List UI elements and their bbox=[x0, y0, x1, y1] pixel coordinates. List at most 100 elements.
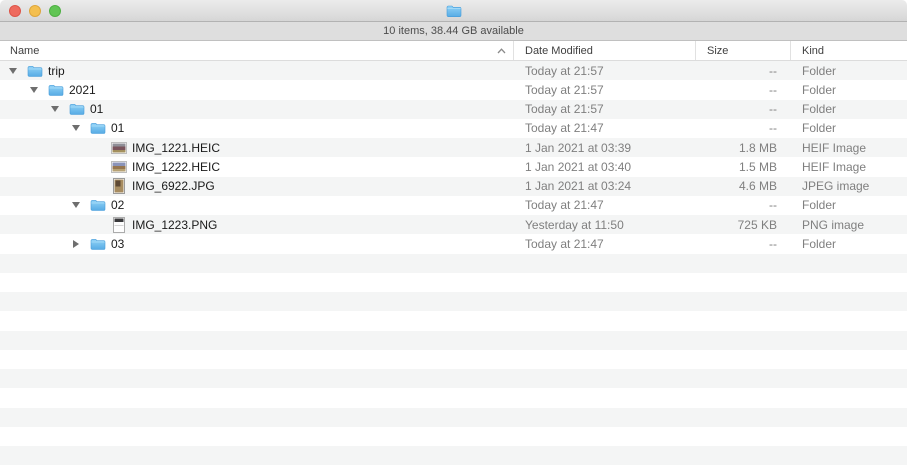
table-row[interactable]: trip Today at 21:57--Folder bbox=[0, 61, 907, 80]
empty-row bbox=[0, 350, 907, 369]
kind-cell: Folder bbox=[790, 198, 907, 212]
file-name-cell[interactable]: 02 bbox=[0, 197, 513, 213]
minimize-button[interactable] bbox=[29, 5, 41, 17]
table-row[interactable]: 02 Today at 21:47--Folder bbox=[0, 196, 907, 215]
table-row[interactable]: IMG_1222.HEIC1 Jan 2021 at 03:401.5 MBHE… bbox=[0, 157, 907, 176]
folder-icon bbox=[27, 63, 43, 79]
column-header-date-modified[interactable]: Date Modified bbox=[513, 41, 695, 60]
column-header-kind[interactable]: Kind bbox=[790, 41, 907, 60]
status-bar: 10 items, 38.44 GB available bbox=[0, 22, 907, 41]
disclosure-triangle-icon[interactable] bbox=[71, 240, 90, 248]
size-cell: -- bbox=[695, 237, 790, 251]
size-cell: -- bbox=[695, 102, 790, 116]
table-row[interactable]: IMG_1223.PNGYesterday at 11:50725 KBPNG … bbox=[0, 215, 907, 234]
file-name-cell[interactable]: 01 bbox=[0, 101, 513, 117]
file-name-cell[interactable]: IMG_6922.JPG bbox=[0, 178, 513, 194]
folder-icon bbox=[90, 120, 106, 136]
date-modified-cell: Today at 21:47 bbox=[513, 121, 695, 135]
disclosure-triangle-icon[interactable] bbox=[50, 106, 69, 112]
table-row[interactable]: 01 Today at 21:47--Folder bbox=[0, 119, 907, 138]
file-name-cell[interactable]: IMG_1223.PNG bbox=[0, 217, 513, 233]
column-header-label: Date Modified bbox=[525, 45, 593, 57]
disclosure-triangle-icon[interactable] bbox=[29, 87, 48, 93]
size-cell: -- bbox=[695, 83, 790, 97]
empty-row bbox=[0, 465, 907, 470]
table-row[interactable]: 03Today at 21:47--Folder bbox=[0, 234, 907, 253]
date-modified-cell: Today at 21:57 bbox=[513, 83, 695, 97]
finder-window: 10 items, 38.44 GB available Name Date M… bbox=[0, 0, 907, 470]
file-name-cell[interactable]: IMG_1222.HEIC bbox=[0, 159, 513, 175]
table-row[interactable]: 2021Today at 21:57--Folder bbox=[0, 80, 907, 99]
kind-cell: Folder bbox=[790, 64, 907, 78]
size-cell: 1.8 MB bbox=[695, 141, 790, 155]
triangle-expanded-icon bbox=[30, 87, 38, 93]
triangle-expanded-icon bbox=[9, 68, 17, 74]
empty-row bbox=[0, 331, 907, 350]
column-header-name[interactable]: Name bbox=[0, 41, 513, 60]
file-name-cell[interactable]: 03 bbox=[0, 236, 513, 252]
folder-icon bbox=[90, 197, 106, 213]
folder-proxy-icon[interactable] bbox=[446, 3, 462, 19]
empty-row bbox=[0, 446, 907, 465]
triangle-collapsed-icon bbox=[73, 240, 79, 248]
folder-icon bbox=[90, 236, 106, 252]
status-text: 10 items, 38.44 GB available bbox=[383, 25, 524, 37]
size-cell: -- bbox=[695, 198, 790, 212]
triangle-expanded-icon bbox=[72, 202, 80, 208]
column-header-size[interactable]: Size bbox=[695, 41, 790, 60]
date-modified-cell: Today at 21:47 bbox=[513, 198, 695, 212]
date-modified-cell: 1 Jan 2021 at 03:40 bbox=[513, 160, 695, 174]
empty-row bbox=[0, 292, 907, 311]
file-name-label: 02 bbox=[111, 198, 124, 212]
file-list: tripToday at 21:57--Folder2021Today at 2… bbox=[0, 61, 907, 470]
column-header-label: Size bbox=[707, 45, 728, 57]
triangle-expanded-icon bbox=[72, 125, 80, 131]
disclosure-triangle-icon[interactable] bbox=[8, 68, 27, 74]
photo-thumbnail-icon-1 bbox=[111, 140, 127, 156]
file-name-label: 01 bbox=[90, 102, 103, 116]
sort-ascending-icon bbox=[497, 48, 506, 54]
title-bar[interactable] bbox=[0, 0, 907, 22]
column-header-label: Kind bbox=[802, 45, 824, 57]
file-name-label: 2021 bbox=[69, 83, 96, 97]
kind-cell: JPEG image bbox=[790, 179, 907, 193]
empty-row bbox=[0, 273, 907, 292]
date-modified-cell: 1 Jan 2021 at 03:39 bbox=[513, 141, 695, 155]
date-modified-cell: Today at 21:57 bbox=[513, 64, 695, 78]
file-name-cell[interactable]: trip bbox=[0, 63, 513, 79]
empty-row bbox=[0, 311, 907, 330]
window-controls bbox=[9, 5, 61, 17]
size-cell: -- bbox=[695, 64, 790, 78]
size-cell: -- bbox=[695, 121, 790, 135]
size-cell: 1.5 MB bbox=[695, 160, 790, 174]
kind-cell: HEIF Image bbox=[790, 160, 907, 174]
kind-cell: PNG image bbox=[790, 218, 907, 232]
disclosure-triangle-icon[interactable] bbox=[71, 125, 90, 131]
folder-icon bbox=[48, 82, 64, 98]
triangle-expanded-icon bbox=[51, 106, 59, 112]
date-modified-cell: Today at 21:47 bbox=[513, 237, 695, 251]
size-cell: 4.6 MB bbox=[695, 179, 790, 193]
close-button[interactable] bbox=[9, 5, 21, 17]
file-name-cell[interactable]: IMG_1221.HEIC bbox=[0, 140, 513, 156]
file-name-label: trip bbox=[48, 64, 65, 78]
kind-cell: Folder bbox=[790, 121, 907, 135]
table-row[interactable]: IMG_1221.HEIC1 Jan 2021 at 03:391.8 MBHE… bbox=[0, 138, 907, 157]
table-row[interactable]: 01Today at 21:57--Folder bbox=[0, 100, 907, 119]
empty-row bbox=[0, 408, 907, 427]
table-row[interactable]: IMG_6922.JPG1 Jan 2021 at 03:244.6 MBJPE… bbox=[0, 177, 907, 196]
folder-icon bbox=[69, 101, 85, 117]
disclosure-triangle-icon[interactable] bbox=[71, 202, 90, 208]
kind-cell: Folder bbox=[790, 102, 907, 116]
empty-row bbox=[0, 369, 907, 388]
screenshot-thumbnail-icon bbox=[111, 217, 127, 233]
zoom-button[interactable] bbox=[49, 5, 61, 17]
file-name-cell[interactable]: 01 bbox=[0, 120, 513, 136]
file-name-label: IMG_1221.HEIC bbox=[132, 141, 220, 155]
file-name-cell[interactable]: 2021 bbox=[0, 82, 513, 98]
empty-row bbox=[0, 427, 907, 446]
file-name-label: IMG_6922.JPG bbox=[132, 179, 215, 193]
column-header-label: Name bbox=[10, 45, 39, 57]
file-name-label: 01 bbox=[111, 121, 124, 135]
kind-cell: Folder bbox=[790, 237, 907, 251]
